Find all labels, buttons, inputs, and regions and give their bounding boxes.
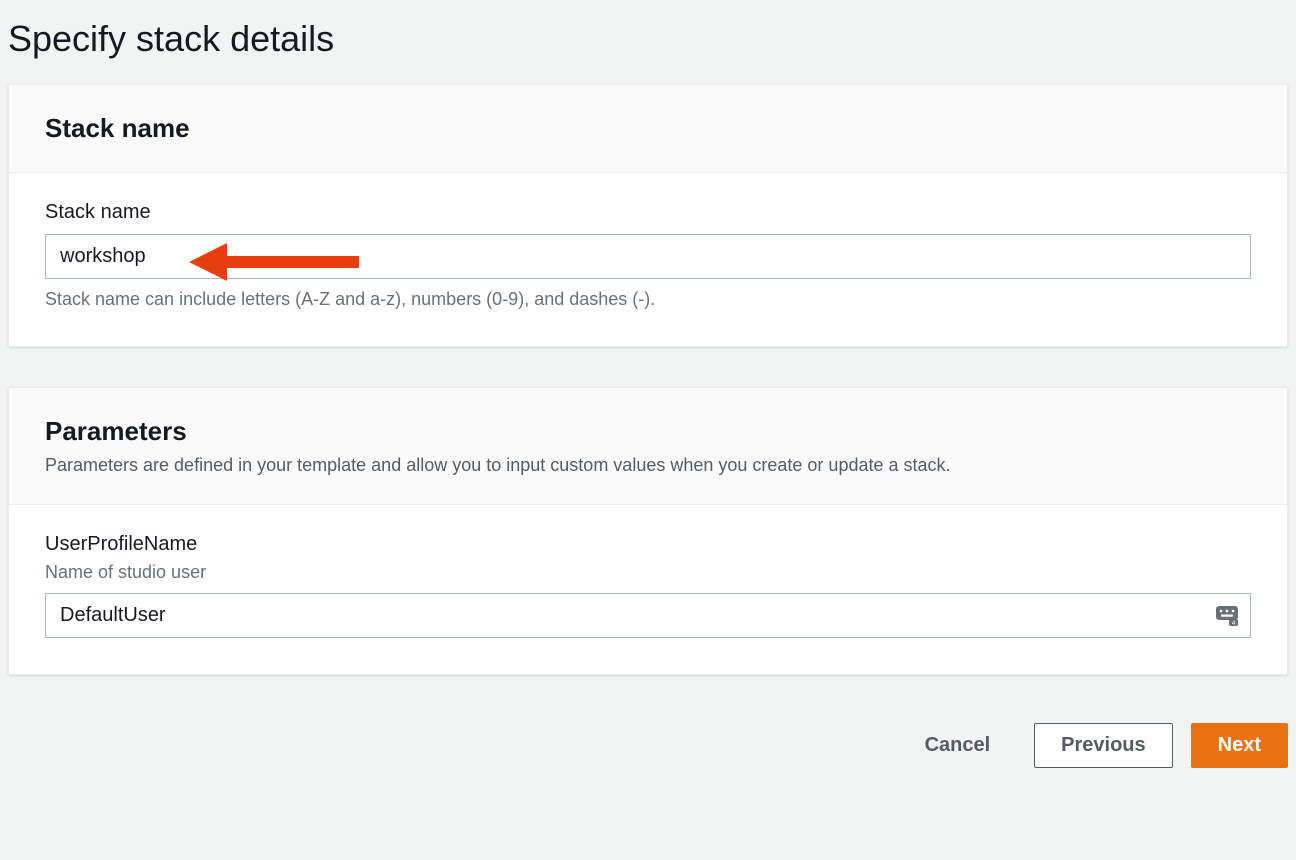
keyboard-icon: 4 xyxy=(1215,604,1239,628)
user-profile-name-label: UserProfileName xyxy=(45,533,1251,556)
stack-name-help-text: Stack name can include letters (A-Z and … xyxy=(45,289,1251,310)
stack-name-input[interactable] xyxy=(45,234,1251,279)
parameters-panel: Parameters Parameters are defined in you… xyxy=(8,387,1288,675)
stack-name-section-title: Stack name xyxy=(45,113,1251,144)
button-row: Cancel Previous Next xyxy=(0,715,1296,780)
user-profile-name-sublabel: Name of studio user xyxy=(45,562,1251,583)
stack-name-field-label: Stack name xyxy=(45,201,1251,224)
user-profile-name-input[interactable] xyxy=(45,593,1251,638)
cancel-button[interactable]: Cancel xyxy=(899,724,1017,767)
next-button[interactable]: Next xyxy=(1191,723,1288,768)
stack-name-panel: Stack name Stack name Stack name can inc… xyxy=(8,84,1288,347)
parameters-panel-header: Parameters Parameters are defined in you… xyxy=(9,388,1287,505)
parameters-section-desc: Parameters are defined in your template … xyxy=(45,455,1251,476)
previous-button[interactable]: Previous xyxy=(1034,723,1172,768)
parameters-panel-body: UserProfileName Name of studio user 4 xyxy=(9,505,1287,674)
stack-name-panel-header: Stack name xyxy=(9,85,1287,173)
parameters-section-title: Parameters xyxy=(45,416,1251,447)
stack-name-panel-body: Stack name Stack name can include letter… xyxy=(9,173,1287,346)
page-title: Specify stack details xyxy=(0,0,1296,84)
